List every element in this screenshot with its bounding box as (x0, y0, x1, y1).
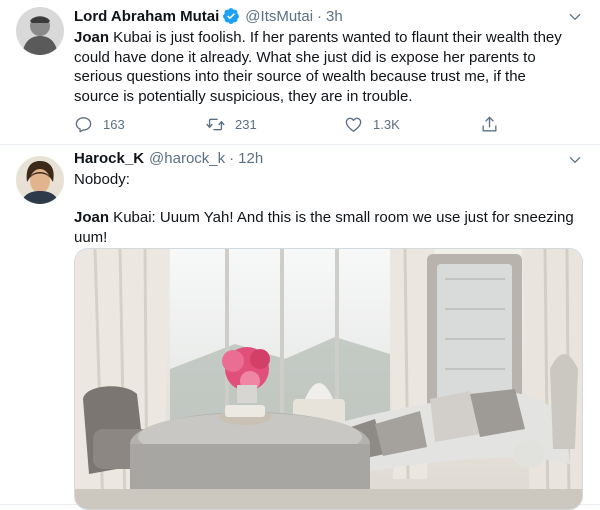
timestamp[interactable]: 3h (326, 8, 343, 25)
separator-dot: · (229, 149, 235, 167)
tweet-1[interactable]: Lord Abraham Mutai @ItsMutai · 3h Joan K… (0, 0, 600, 145)
like-count: 1.3K (373, 116, 400, 132)
avatar[interactable] (16, 7, 64, 55)
tweet-actions: 163 231 1.3K (74, 112, 524, 136)
reply-count: 163 (103, 116, 125, 132)
verified-badge-icon (223, 8, 240, 24)
tweet-header: Lord Abraham Mutai @ItsMutai · 3h (74, 6, 343, 26)
tweet-2[interactable]: Harock_K @harock_k · 12h Nobody: Joan Ku… (0, 145, 600, 510)
mention-bold: Joan (74, 209, 110, 226)
avatar[interactable] (16, 156, 64, 204)
separator-dot: · (317, 7, 323, 25)
tweet-text: Joan Kubai is just foolish. If her paren… (74, 28, 574, 106)
chevron-down-icon[interactable] (568, 153, 582, 167)
reply-icon (75, 116, 92, 132)
tweet-text: Joan Kubai: Uuum Yah! And this is the sm… (74, 208, 574, 247)
like-icon (345, 117, 362, 132)
tweet-text-rest: Kubai: Uuum Yah! And this is the small r… (74, 209, 574, 246)
chevron-down-icon[interactable] (568, 10, 582, 24)
display-name[interactable]: Harock_K (74, 150, 144, 167)
tweet-text-rest: Kubai is just foolish. If her parents wa… (74, 29, 562, 105)
retweet-icon (206, 118, 225, 130)
living-room-photo (75, 249, 582, 509)
tweet-media-photo[interactable] (74, 248, 583, 510)
like-button[interactable]: 1.3K (344, 112, 400, 136)
share-icon (482, 116, 497, 132)
tweet-header: Harock_K @harock_k · 12h (74, 148, 263, 168)
retweet-button[interactable]: 231 (206, 112, 257, 136)
retweet-count: 231 (235, 116, 257, 132)
timestamp[interactable]: 12h (238, 150, 263, 167)
user-handle[interactable]: @ItsMutai (245, 8, 313, 25)
tweet-text-line1: Nobody: (74, 171, 130, 188)
mention-bold: Joan (74, 29, 110, 46)
share-button[interactable] (480, 112, 499, 136)
display-name[interactable]: Lord Abraham Mutai (74, 8, 219, 25)
reply-button[interactable]: 163 (74, 112, 125, 136)
user-handle[interactable]: @harock_k (149, 150, 225, 167)
